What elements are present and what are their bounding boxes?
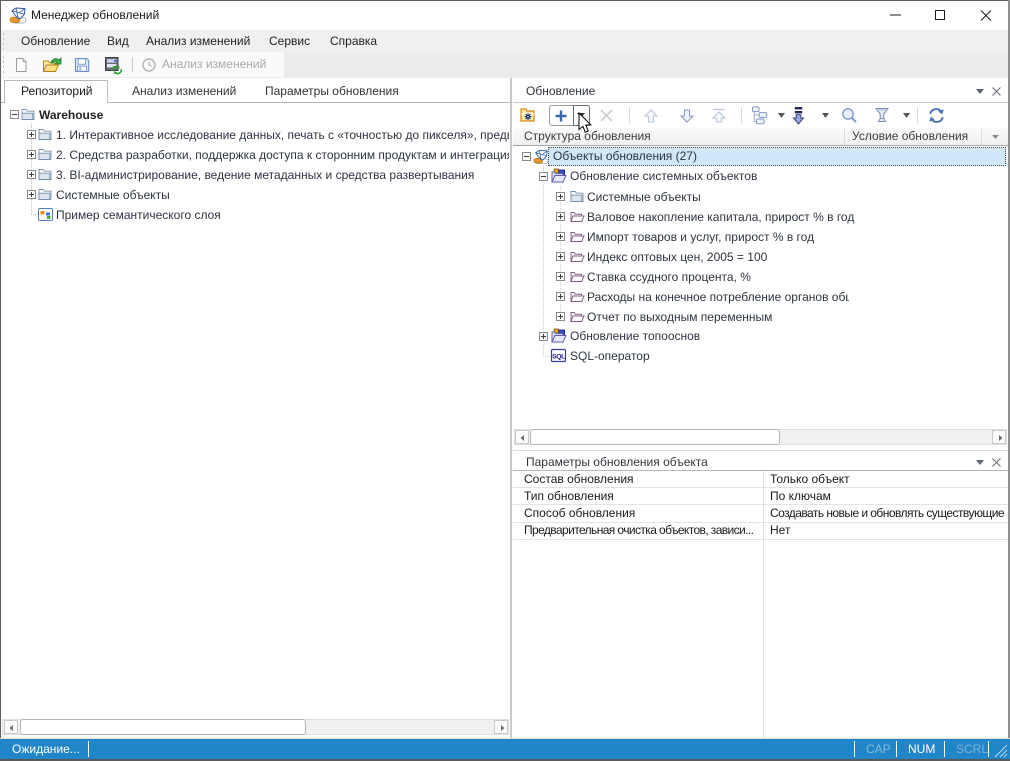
svg-text:SQL: SQL xyxy=(552,353,565,360)
